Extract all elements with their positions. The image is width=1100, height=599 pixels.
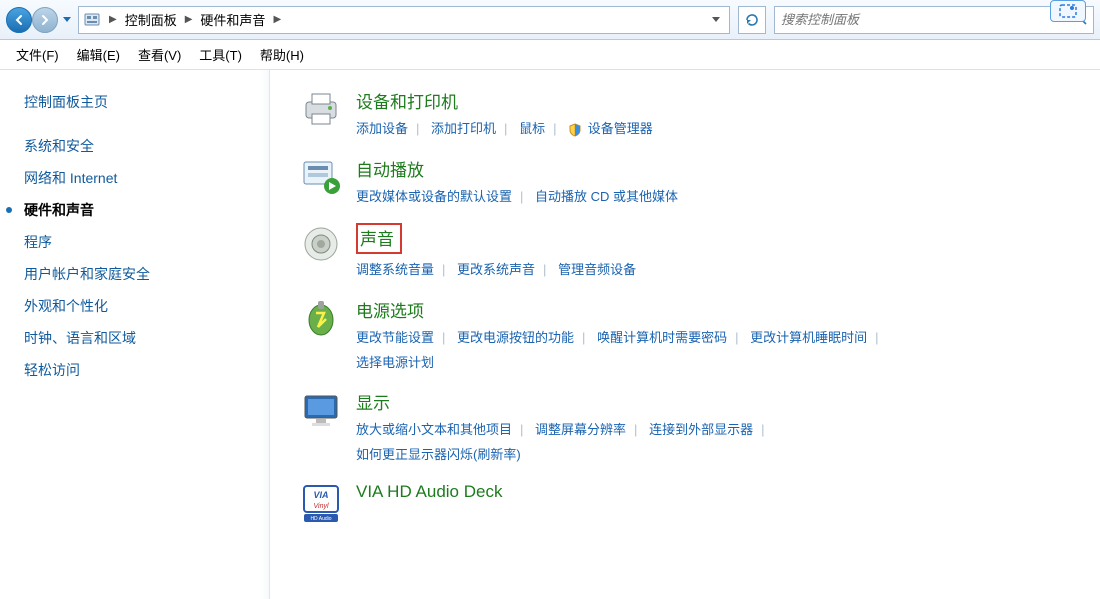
category-title-autoplay[interactable]: 自动播放 [356,156,424,181]
chevron-right-icon: ▶ [105,14,121,25]
content-pane: 设备和打印机 添加设备| 添加打印机| 鼠标| 设备管理器 自动播放 更改媒体或… [270,70,1100,599]
address-bar: ▶ 控制面板 ▶ 硬件和声音 ▶ [0,0,1100,40]
via-icon: VIA Vinyl HD Audio [300,482,342,524]
printer-icon [300,88,342,130]
link-power-saving[interactable]: 更改节能设置 [356,330,434,345]
link-external-display[interactable]: 连接到外部显示器 [649,422,753,437]
link-add-printer[interactable]: 添加打印机 [431,121,496,136]
menu-tools[interactable]: 工具(T) [191,43,250,66]
shield-icon [568,123,582,137]
category-title-devices[interactable]: 设备和打印机 [356,88,458,113]
search-box[interactable] [774,6,1094,34]
category-power: 电源选项 更改节能设置| 更改电源按钮的功能| 唤醒计算机时需要密码| 更改计算… [300,297,1080,375]
category-title-display[interactable]: 显示 [356,389,390,414]
sidebar-item-clock-region[interactable]: 时钟、语言和区域 [20,322,259,354]
menu-help[interactable]: 帮助(H) [252,43,312,66]
sidebar-item-appearance[interactable]: 外观和个性化 [20,290,259,322]
refresh-button[interactable] [738,6,766,34]
sidebar-item-hardware-sound[interactable]: 硬件和声音 [20,194,259,226]
category-title-power[interactable]: 电源选项 [356,297,424,322]
sidebar-item-network[interactable]: 网络和 Internet [20,162,259,194]
link-wake-password[interactable]: 唤醒计算机时需要密码 [597,330,727,345]
speaker-icon [300,223,342,265]
link-autoplay-cd[interactable]: 自动播放 CD 或其他媒体 [535,189,678,204]
snipping-widget[interactable] [1050,0,1086,22]
sidebar-item-ease-of-access[interactable]: 轻松访问 [20,354,259,386]
link-resolution[interactable]: 调整屏幕分辨率 [535,422,626,437]
link-choose-power-plan[interactable]: 选择电源计划 [356,355,434,370]
forward-button[interactable] [32,7,58,33]
category-devices-printers: 设备和打印机 添加设备| 添加打印机| 鼠标| 设备管理器 [300,88,1080,142]
breadcrumb-bar[interactable]: ▶ 控制面板 ▶ 硬件和声音 ▶ [78,6,730,34]
link-mouse[interactable]: 鼠标 [519,121,545,136]
link-change-media-defaults[interactable]: 更改媒体或设备的默认设置 [356,189,512,204]
back-button[interactable] [6,7,32,33]
menu-edit[interactable]: 编辑(E) [69,43,128,66]
nav-buttons [6,7,74,33]
link-power-button[interactable]: 更改电源按钮的功能 [457,330,574,345]
link-refresh-rate[interactable]: 如何更正显示器闪烁(刷新率) [356,447,521,462]
link-add-device[interactable]: 添加设备 [356,121,408,136]
chevron-right-icon: ▶ [181,14,197,25]
link-manage-audio[interactable]: 管理音频设备 [558,262,636,277]
breadcrumb-item-hardware-sound[interactable]: 硬件和声音 [196,8,269,31]
link-change-sounds[interactable]: 更改系统声音 [457,262,535,277]
sidebar-item-system-security[interactable]: 系统和安全 [20,130,259,162]
link-text-size[interactable]: 放大或缩小文本和其他项目 [356,422,512,437]
category-title-sound[interactable]: 声音 [356,223,402,254]
menu-view[interactable]: 查看(V) [130,43,189,66]
nav-history-dropdown[interactable] [60,13,74,27]
menu-bar: 文件(F) 编辑(E) 查看(V) 工具(T) 帮助(H) [0,40,1100,70]
sidebar: 控制面板主页 系统和安全 网络和 Internet 硬件和声音 程序 用户帐户和… [0,70,270,599]
sidebar-item-programs[interactable]: 程序 [20,226,259,258]
link-sleep-time[interactable]: 更改计算机睡眠时间 [750,330,867,345]
svg-text:Vinyl: Vinyl [313,503,328,510]
svg-text:VIA: VIA [313,490,328,500]
link-device-manager[interactable]: 设备管理器 [588,121,653,136]
menu-file[interactable]: 文件(F) [8,43,67,66]
category-autoplay: 自动播放 更改媒体或设备的默认设置| 自动播放 CD 或其他媒体 [300,156,1080,210]
category-display: 显示 放大或缩小文本和其他项目| 调整屏幕分辨率| 连接到外部显示器| 如何更正… [300,389,1080,467]
sidebar-item-accounts[interactable]: 用户帐户和家庭安全 [20,258,259,290]
category-via-audio: VIA Vinyl HD Audio VIA HD Audio Deck [300,482,1080,524]
chevron-right-icon: ▶ [269,14,285,25]
category-title-via[interactable]: VIA HD Audio Deck [356,482,502,502]
sidebar-item-home[interactable]: 控制面板主页 [20,86,259,118]
link-adjust-volume[interactable]: 调整系统音量 [356,262,434,277]
control-panel-icon [83,11,101,29]
svg-text:HD Audio: HD Audio [310,516,331,522]
category-sound: 声音 调整系统音量| 更改系统声音| 管理音频设备 [300,223,1080,283]
autoplay-icon [300,156,342,198]
breadcrumb-dropdown[interactable] [707,8,725,32]
main-area: 控制面板主页 系统和安全 网络和 Internet 硬件和声音 程序 用户帐户和… [0,70,1100,599]
power-icon [300,297,342,339]
breadcrumb-item-control-panel[interactable]: 控制面板 [121,8,181,31]
search-input[interactable] [781,12,1073,27]
display-icon [300,389,342,431]
